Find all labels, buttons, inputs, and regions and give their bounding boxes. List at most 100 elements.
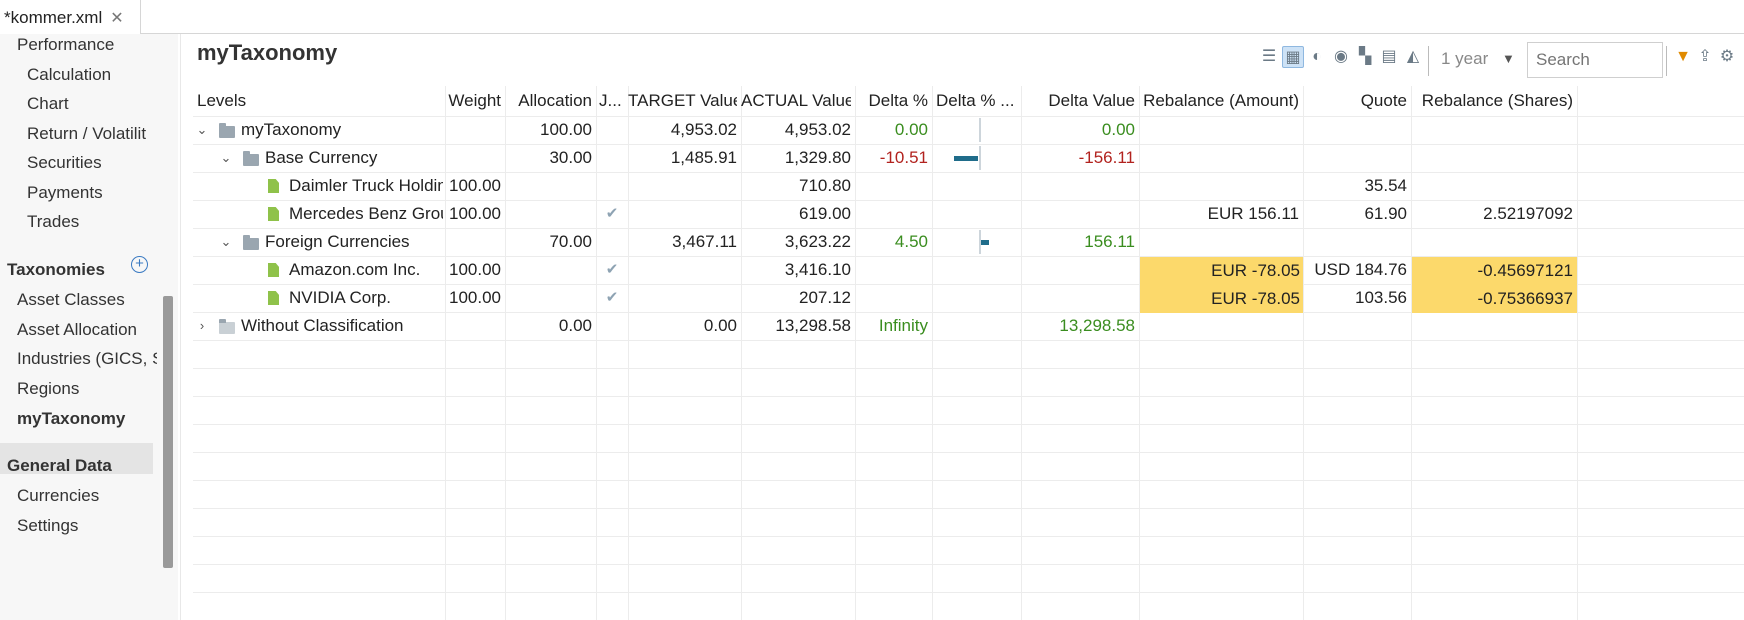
column-header-delta-pct[interactable]: Delta % bbox=[855, 86, 928, 116]
weight-cell[interactable]: 100.00 bbox=[445, 200, 501, 228]
delta-zero-line bbox=[979, 118, 981, 142]
delta-value-cell: 156.11 bbox=[1084, 232, 1135, 251]
donut-chart-icon[interactable]: ◉ bbox=[1330, 46, 1352, 68]
taxonomy-table: Levels Weight Allocation J... TARGET Val… bbox=[193, 86, 1744, 620]
actual-value-cell: 619.00 bbox=[799, 204, 851, 223]
allocation-cell[interactable]: 30.00 bbox=[505, 144, 592, 172]
close-icon[interactable]: ✕ bbox=[110, 8, 123, 28]
allocation-cell[interactable]: 0.00 bbox=[505, 312, 592, 340]
chevron-down-icon[interactable]: ⌄ bbox=[219, 228, 233, 256]
quote-cell: USD 184.76 bbox=[1314, 260, 1407, 279]
exclude-check-icon[interactable]: ✔ bbox=[598, 200, 626, 228]
column-header-delta-pct-bar[interactable]: Delta % ... bbox=[936, 86, 1020, 116]
security-icon bbox=[268, 179, 279, 193]
column-divider bbox=[1577, 86, 1578, 620]
treemap-icon[interactable]: ▚ bbox=[1354, 46, 1376, 68]
export-icon[interactable]: ⇪ bbox=[1694, 46, 1716, 68]
sidebar-item-currencies[interactable]: Currencies bbox=[17, 481, 157, 511]
column-header-target-value[interactable]: TARGET Value bbox=[628, 86, 737, 116]
file-tab[interactable]: *kommer.xml ✕ bbox=[0, 0, 141, 35]
exclude-check-icon[interactable]: ✔ bbox=[598, 256, 626, 284]
target-value-cell: 3,467.11 bbox=[672, 232, 737, 251]
sidebar-item-performance[interactable]: Performance bbox=[17, 34, 157, 60]
exclude-check-icon[interactable]: ✔ bbox=[598, 284, 626, 312]
delta-pct-cell: 4.50 bbox=[894, 232, 928, 251]
rebalance-amount-cell: EUR -78.05 bbox=[1140, 257, 1303, 285]
sidebar-item-securities[interactable]: Securities bbox=[27, 148, 155, 178]
search-input[interactable] bbox=[1527, 42, 1663, 78]
sidebar-item-calculation[interactable]: Calculation bbox=[27, 60, 155, 90]
security-icon bbox=[268, 207, 279, 221]
file-tab-title: *kommer.xml bbox=[4, 7, 103, 27]
row-divider bbox=[193, 536, 1744, 537]
quote-cell: 103.56 bbox=[1355, 288, 1407, 307]
column-header-allocation[interactable]: Allocation bbox=[505, 86, 592, 116]
row-divider bbox=[193, 508, 1744, 509]
actual-value-cell: 3,623.22 bbox=[784, 232, 851, 251]
sidebar-scrollbar[interactable] bbox=[163, 296, 173, 568]
chevron-down-icon[interactable]: ⌄ bbox=[195, 116, 209, 144]
row-name[interactable]: myTaxonomy bbox=[241, 116, 441, 144]
sidebar-item-payments[interactable]: Payments bbox=[27, 178, 155, 208]
column-header-rebalance-shares[interactable]: Rebalance (Shares) bbox=[1411, 86, 1573, 116]
delta-zero-line bbox=[979, 146, 981, 170]
row-name[interactable]: Foreign Currencies bbox=[265, 228, 441, 256]
gear-icon[interactable]: ⚙ bbox=[1716, 46, 1738, 68]
weight-cell[interactable]: 100.00 bbox=[445, 284, 501, 312]
filter-icon[interactable]: ▼ bbox=[1672, 46, 1694, 68]
sidebar-item-settings[interactable]: Settings bbox=[17, 511, 157, 541]
column-divider bbox=[596, 86, 597, 620]
list-view-icon[interactable]: ☰ bbox=[1258, 46, 1280, 68]
column-header-delta-value[interactable]: Delta Value bbox=[1021, 86, 1135, 116]
general-data-section-title: General Data bbox=[7, 456, 112, 475]
toolbar-separator bbox=[1428, 46, 1429, 76]
row-name[interactable]: Base Currency bbox=[265, 144, 441, 172]
taxonomies-section-title: Taxonomies bbox=[7, 260, 105, 279]
stacked-chart-icon[interactable]: ▤ bbox=[1378, 46, 1400, 68]
chevron-down-icon[interactable]: ⌄ bbox=[219, 144, 233, 172]
delta-value-cell: 13,298.58 bbox=[1059, 316, 1135, 335]
row-divider bbox=[193, 452, 1744, 453]
rebalancing-view-icon[interactable]: ▦ bbox=[1282, 46, 1304, 68]
sidebar-item-chart[interactable]: Chart bbox=[27, 89, 155, 119]
column-divider bbox=[1411, 86, 1412, 620]
column-header-weight[interactable]: Weight bbox=[445, 86, 501, 116]
row-name[interactable]: Mercedes Benz Group AG bbox=[289, 200, 443, 228]
allocation-cell[interactable]: 70.00 bbox=[505, 228, 592, 256]
area-chart-icon[interactable]: ◭ bbox=[1402, 46, 1424, 68]
row-name[interactable]: Daimler Truck Holding AG bbox=[289, 172, 443, 200]
sidebar-item-trades[interactable]: Trades bbox=[27, 207, 155, 237]
sidebar-item-asset-allocation[interactable]: Asset Allocation bbox=[17, 315, 157, 345]
target-value-cell: 1,485.91 bbox=[670, 148, 737, 167]
row-name[interactable]: NVIDIA Corp. bbox=[289, 284, 443, 312]
delta-pct-cell: -10.51 bbox=[879, 148, 928, 167]
sidebar-item-industries[interactable]: Industries (GICS, S bbox=[17, 344, 157, 374]
column-header-actual-value[interactable]: ACTUAL Value bbox=[741, 86, 851, 116]
folder-icon bbox=[219, 319, 235, 334]
weight-cell[interactable]: 100.00 bbox=[445, 172, 501, 200]
row-divider bbox=[193, 564, 1744, 565]
chevron-down-icon[interactable]: ▼ bbox=[1502, 44, 1515, 74]
sidebar-item-return-volatility[interactable]: Return / Volatilit bbox=[27, 119, 155, 149]
delta-value-cell: 0.00 bbox=[1101, 120, 1135, 139]
row-name[interactable]: Without Classification bbox=[241, 312, 441, 340]
row-name[interactable]: Amazon.com Inc. bbox=[289, 256, 443, 284]
column-header-levels[interactable]: Levels bbox=[197, 86, 437, 116]
weight-cell[interactable]: 100.00 bbox=[445, 256, 501, 284]
sidebar-item-asset-classes[interactable]: Asset Classes bbox=[17, 285, 157, 315]
add-taxonomy-icon[interactable]: + bbox=[131, 256, 148, 273]
folder-icon bbox=[243, 235, 259, 250]
folder-icon bbox=[243, 151, 259, 166]
column-header-quote[interactable]: Quote bbox=[1303, 86, 1407, 116]
chevron-right-icon[interactable]: › bbox=[195, 312, 209, 340]
actual-value-cell: 207.12 bbox=[799, 288, 851, 307]
sidebar-item-regions[interactable]: Regions bbox=[17, 374, 157, 404]
sidebar-item-mytaxonomy[interactable]: myTaxonomy bbox=[17, 404, 157, 434]
pie-chart-icon[interactable]: ◐ bbox=[1306, 46, 1328, 68]
period-selector[interactable]: 1 year bbox=[1441, 44, 1531, 74]
allocation-cell[interactable]: 100.00 bbox=[505, 116, 592, 144]
view-toolbar: ☰ ▦ ◐ ◉ ▚ ▤ ◭ 1 year ▼ ▼ ⇪ ⚙ bbox=[181, 42, 1744, 78]
column-header-rebalance-amount[interactable]: Rebalance (Amount) bbox=[1139, 86, 1299, 116]
navigation-sidebar: Performance Calculation Chart Return / V… bbox=[0, 34, 178, 620]
column-header-j[interactable]: J... bbox=[599, 86, 627, 116]
